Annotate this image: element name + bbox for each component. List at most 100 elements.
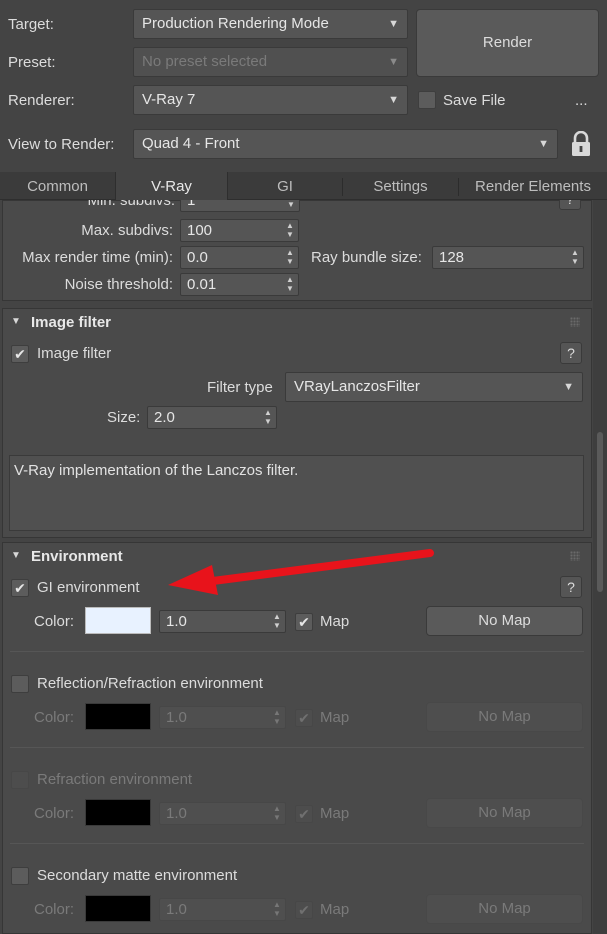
gi-environment-label: GI environment [37, 579, 140, 596]
reflection-multiplier-spinner[interactable]: 1.0 ▲ ▼ [159, 706, 286, 729]
spinner-arrows-icon: ▲▼ [273, 900, 281, 918]
more-options-button[interactable]: ... [575, 91, 588, 111]
drag-grip-icon[interactable] [570, 317, 580, 327]
refraction-color-label: Color: [34, 805, 75, 822]
secondary-matte-label: Secondary matte environment [37, 867, 238, 884]
noise-threshold-label: Noise threshold: [64, 276, 173, 293]
max-subdivs-spinner[interactable]: 100 ▲ ▼ [180, 219, 299, 242]
spinner-arrows-icon: ▲▼ [273, 612, 281, 630]
preset-dropdown[interactable]: No preset selected ▼ [133, 47, 408, 77]
reflection-environment-checkbox[interactable] [11, 675, 29, 693]
max-render-time-value: 0.0 [187, 249, 208, 266]
gi-color-swatch[interactable] [85, 607, 151, 634]
gi-no-map-button[interactable]: No Map [426, 606, 583, 636]
environment-help-button[interactable]: ? [560, 576, 582, 598]
refraction-environment-label: Refraction environment [37, 771, 193, 788]
spinner-arrows-icon: ▲▼ [273, 708, 281, 726]
lock-icon[interactable] [570, 131, 592, 157]
view-to-render-dropdown[interactable]: Quad 4 - Front ▼ [133, 129, 558, 159]
checkmark-icon: ✔ [14, 346, 26, 362]
spinner-arrows-icon: ▲▼ [273, 804, 281, 822]
environment-title[interactable]: Environment [31, 548, 123, 565]
gi-map-label: Map [320, 613, 350, 630]
gi-color-label: Color: [34, 613, 75, 630]
min-subdivs-spinner[interactable]: 1 ▲▼ [180, 200, 300, 212]
tab-gi[interactable]: GI [228, 172, 342, 200]
noise-threshold-value: 0.01 [187, 276, 217, 293]
ray-bundle-size-label: Ray bundle size: [311, 249, 422, 266]
target-label: Target: [8, 16, 54, 33]
divider [10, 651, 584, 652]
checkmark-icon: ✔ [14, 580, 26, 596]
image-filter-title[interactable]: Image filter [31, 314, 111, 331]
ray-bundle-size-spinner[interactable]: 128 ▲ ▼ [432, 246, 584, 269]
image-filter-help-button[interactable]: ? [560, 342, 582, 364]
scrollbar-thumb[interactable] [597, 432, 603, 592]
view-to-render-label: View to Render: [8, 136, 115, 153]
reflection-multiplier-value: 1.0 [166, 709, 187, 726]
filter-type-value: VRayLanczosFilter [294, 378, 420, 395]
noise-threshold-spinner[interactable]: 0.01 ▲ ▼ [180, 273, 299, 296]
tab-bar: Common V-Ray GI Settings Render Elements [0, 172, 607, 200]
filter-size-label: Size: [107, 409, 141, 426]
refraction-no-map-button[interactable]: No Map [426, 798, 583, 828]
refraction-environment-checkbox[interactable] [11, 771, 29, 789]
chevron-down-icon: ▼ [388, 56, 399, 68]
refraction-multiplier-spinner[interactable]: 1.0 ▲ ▼ [159, 802, 286, 825]
refraction-map-checkbox[interactable]: ✔ [295, 805, 313, 823]
save-file-checkbox[interactable] [418, 91, 436, 109]
target-value: Production Rendering Mode [142, 15, 329, 32]
collapse-triangle-icon[interactable]: ▼ [11, 316, 21, 327]
save-file-label: Save File [443, 92, 506, 109]
min-subdivs-label: Min. subdivs: [87, 200, 175, 209]
tab-vray[interactable]: V-Ray [115, 172, 228, 200]
spinner-arrows-icon: ▲▼ [287, 200, 295, 209]
collapse-triangle-icon[interactable]: ▼ [11, 550, 21, 561]
reflection-color-label: Color: [34, 709, 75, 726]
secondary-color-swatch[interactable] [85, 895, 151, 922]
image-filter-checkbox[interactable]: ✔ [11, 345, 29, 363]
gi-environment-checkbox[interactable]: ✔ [11, 579, 29, 597]
secondary-map-label: Map [320, 901, 350, 918]
reflection-environment-label: Reflection/Refraction environment [37, 675, 263, 692]
min-subdivs-row: Min. subdivs: 1 ▲▼ ? [2, 200, 592, 212]
secondary-map-checkbox[interactable]: ✔ [295, 901, 313, 919]
max-render-time-spinner[interactable]: 0.0 ▲ ▼ [180, 246, 299, 269]
tab-common[interactable]: Common [0, 172, 115, 200]
secondary-multiplier-value: 1.0 [166, 901, 187, 918]
render-button[interactable]: Render [416, 9, 599, 77]
drag-grip-icon[interactable] [570, 551, 580, 561]
gi-multiplier-spinner[interactable]: 1.0 ▲ ▼ [159, 610, 286, 633]
renderer-value: V-Ray 7 [142, 91, 196, 108]
refraction-multiplier-value: 1.0 [166, 805, 187, 822]
target-dropdown[interactable]: Production Rendering Mode ▼ [133, 9, 408, 39]
filter-size-spinner[interactable]: 2.0 ▲ ▼ [147, 406, 277, 429]
chevron-down-icon: ▼ [538, 138, 549, 150]
panel-scrollbar[interactable] [593, 200, 607, 934]
reflection-map-checkbox[interactable]: ✔ [295, 709, 313, 727]
reflection-color-swatch[interactable] [85, 703, 151, 730]
divider [10, 843, 584, 844]
max-subdivs-label: Max. subdivs: [81, 222, 173, 239]
reflection-no-map-button[interactable]: No Map [426, 702, 583, 732]
ray-bundle-size-value: 128 [439, 249, 465, 266]
refraction-color-swatch[interactable] [85, 799, 151, 826]
renderer-dropdown[interactable]: V-Ray 7 ▼ [133, 85, 408, 115]
max-subdivs-value: 100 [187, 222, 213, 239]
renderer-label: Renderer: [8, 92, 75, 109]
spinner-arrows-icon: ▲▼ [286, 275, 294, 293]
secondary-multiplier-spinner[interactable]: 1.0 ▲ ▼ [159, 898, 286, 921]
preset-value: No preset selected [142, 53, 268, 70]
sampler-help-button[interactable]: ? [559, 200, 581, 210]
secondary-no-map-button[interactable]: No Map [426, 894, 583, 924]
gi-map-checkbox[interactable]: ✔ [295, 613, 313, 631]
filter-type-dropdown[interactable]: VRayLanczosFilter ▼ [285, 372, 583, 402]
filter-description: V-Ray implementation of the Lanczos filt… [9, 455, 584, 531]
refraction-map-label: Map [320, 805, 350, 822]
secondary-matte-checkbox[interactable] [11, 867, 29, 885]
image-filter-checkbox-label: Image filter [37, 345, 112, 362]
tab-settings[interactable]: Settings [343, 172, 458, 200]
filter-size-value: 2.0 [154, 409, 175, 426]
tab-render-elements[interactable]: Render Elements [459, 172, 607, 200]
reflection-map-label: Map [320, 709, 350, 726]
